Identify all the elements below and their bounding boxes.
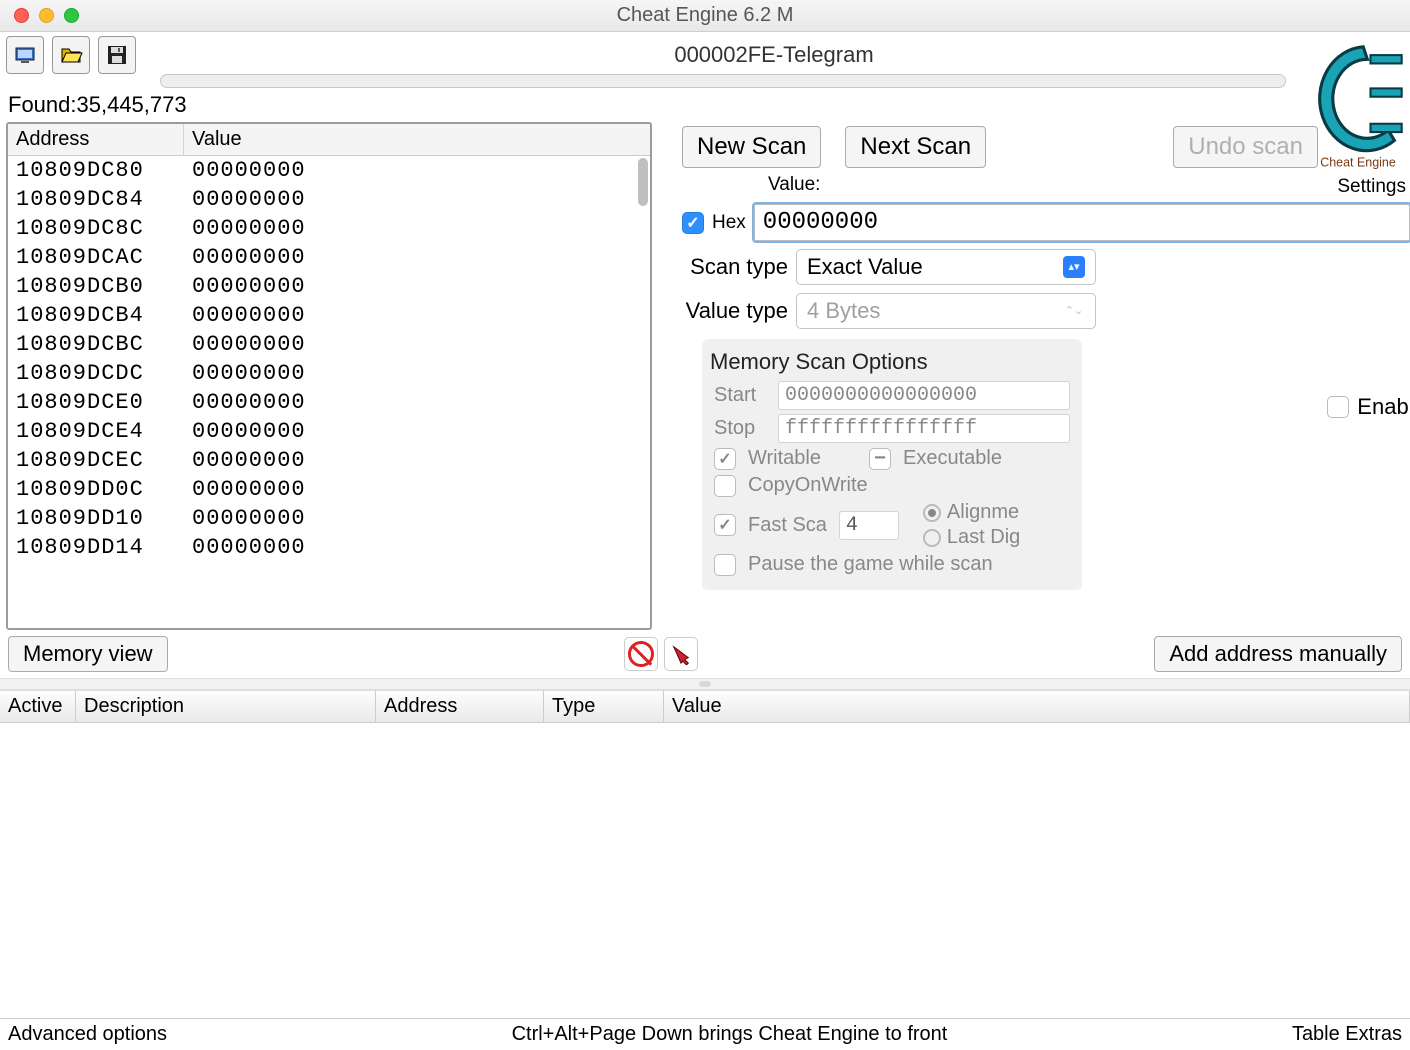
pause-label: Pause the game while scan [748, 553, 993, 576]
add-address-button[interactable]: Add address manually [1154, 636, 1402, 672]
col-description[interactable]: Description [76, 691, 376, 722]
column-address[interactable]: Address [8, 124, 184, 155]
no-entry-icon [628, 641, 654, 667]
result-row[interactable]: 10809DCBC00000000 [8, 330, 650, 359]
window-title: Cheat Engine 6.2 M [0, 4, 1410, 27]
result-row[interactable]: 10809DCE400000000 [8, 417, 650, 446]
result-row[interactable]: 10809DCDC00000000 [8, 359, 650, 388]
add-to-list-button[interactable] [664, 637, 698, 671]
process-name: 000002FE-Telegram [144, 42, 1404, 68]
titlebar: Cheat Engine 6.2 M [0, 0, 1410, 32]
value-type-select[interactable]: 4 Bytes ⌃⌄ [796, 293, 1096, 329]
copyonwrite-label: CopyOnWrite [748, 474, 868, 497]
result-row[interactable]: 10809DCEC00000000 [8, 446, 650, 475]
col-value[interactable]: Value [664, 691, 1410, 722]
process-picker-button[interactable] [6, 36, 44, 74]
speedhack-label: Enable Speedha [1357, 394, 1410, 420]
hex-label: Hex [712, 212, 746, 234]
table-extras-link[interactable]: Table Extras [1292, 1023, 1402, 1046]
scan-type-select[interactable]: Exact Value ▴▾ [796, 249, 1096, 285]
start-address-input[interactable] [778, 381, 1070, 410]
scrollbar-thumb[interactable] [638, 158, 648, 206]
memory-view-button[interactable]: Memory view [8, 636, 168, 672]
clear-list-button[interactable] [624, 637, 658, 671]
fastscan-label: Fast Sca [748, 514, 827, 537]
progress-bar [160, 74, 1286, 88]
splitter-handle[interactable] [0, 678, 1410, 690]
results-list[interactable]: Address Value 10809DC800000000010809DC84… [6, 122, 652, 630]
open-button[interactable] [52, 36, 90, 74]
result-row[interactable]: 10809DCB000000000 [8, 272, 650, 301]
memopts-header: Memory Scan Options [710, 349, 1070, 375]
alignment-radio[interactable] [923, 504, 941, 522]
fastscan-checkbox[interactable]: ✓ [714, 514, 736, 536]
col-type[interactable]: Type [544, 691, 664, 722]
next-scan-button[interactable]: Next Scan [845, 126, 986, 168]
pause-checkbox[interactable] [714, 554, 736, 576]
address-table[interactable]: Active Description Address Type Value [0, 690, 1410, 1018]
result-row[interactable]: 10809DD0C00000000 [8, 475, 650, 504]
new-scan-button[interactable]: New Scan [682, 126, 821, 168]
fastscan-value-input[interactable] [839, 511, 899, 540]
writable-checkbox[interactable]: ✓ [714, 448, 736, 470]
memory-scan-options: Memory Scan Options Start Stop ✓ Writabl… [702, 339, 1082, 590]
found-count: Found:35,445,773 [0, 88, 1410, 122]
col-active[interactable]: Active [0, 691, 76, 722]
start-label: Start [714, 384, 766, 407]
value-type-label: Value type [682, 298, 788, 324]
toolbar: 000002FE-Telegram [0, 32, 1410, 74]
scan-type-label: Scan type [682, 254, 788, 280]
col-address[interactable]: Address [376, 691, 544, 722]
undo-scan-button: Undo scan [1173, 126, 1318, 168]
chevron-updown-icon: ▴▾ [1063, 256, 1085, 278]
value-label: Value: [768, 174, 1410, 196]
stop-label: Stop [714, 417, 766, 440]
status-hint: Ctrl+Alt+Page Down brings Cheat Engine t… [167, 1023, 1292, 1046]
statusbar: Advanced options Ctrl+Alt+Page Down brin… [0, 1018, 1410, 1050]
results-header: Address Value [8, 124, 650, 156]
column-value[interactable]: Value [184, 124, 650, 155]
result-row[interactable]: 10809DD1400000000 [8, 533, 650, 562]
chevron-updown-icon: ⌃⌄ [1063, 300, 1085, 322]
result-row[interactable]: 10809DC8C00000000 [8, 214, 650, 243]
address-table-body[interactable] [0, 723, 1410, 1018]
speedhack-checkbox[interactable] [1327, 396, 1349, 418]
advanced-options-link[interactable]: Advanced options [8, 1023, 167, 1046]
result-row[interactable]: 10809DCB400000000 [8, 301, 650, 330]
result-row[interactable]: 10809DD1000000000 [8, 504, 650, 533]
result-row[interactable]: 10809DCAC00000000 [8, 243, 650, 272]
stop-address-input[interactable] [778, 414, 1070, 443]
executable-checkbox[interactable]: − [869, 448, 891, 470]
lastdigits-radio[interactable] [923, 529, 941, 547]
copyonwrite-checkbox[interactable] [714, 475, 736, 497]
writable-label: Writable [748, 447, 821, 470]
save-button[interactable] [98, 36, 136, 74]
result-row[interactable]: 10809DC8400000000 [8, 185, 650, 214]
address-table-header: Active Description Address Type Value [0, 691, 1410, 723]
executable-label: Executable [903, 447, 1002, 470]
scan-value-input[interactable] [754, 204, 1410, 241]
result-row[interactable]: 10809DCE000000000 [8, 388, 650, 417]
result-row[interactable]: 10809DC8000000000 [8, 156, 650, 185]
hex-checkbox[interactable]: ✓ [682, 212, 704, 234]
